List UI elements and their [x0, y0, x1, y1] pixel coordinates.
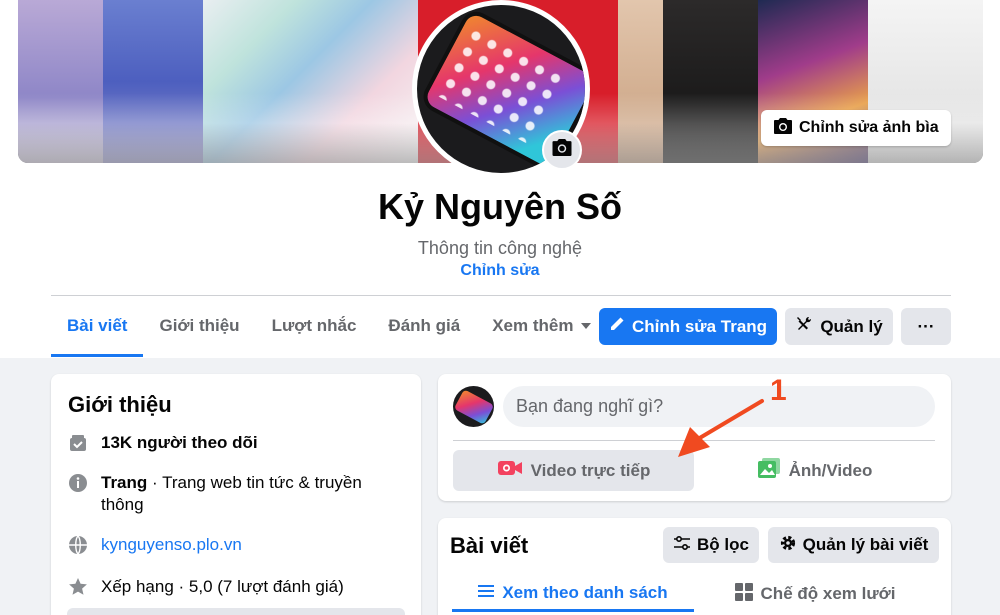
manage-posts-button[interactable]: Quản lý bài viết [768, 527, 939, 563]
intro-website-row: kynguyenso.plo.vn [67, 534, 387, 556]
edit-page-label: Chỉnh sửa Trang [631, 316, 768, 336]
filter-icon [673, 535, 691, 555]
manage-posts-label: Quản lý bài viết [802, 535, 929, 554]
list-view-label: Xem theo danh sách [502, 582, 668, 602]
tab-grid-view[interactable]: Chế độ xem lưới [694, 576, 936, 612]
manage-button[interactable]: Quản lý [785, 308, 893, 345]
composer-placeholder: Bạn đang nghĩ gì? [516, 396, 664, 416]
avatar[interactable] [453, 386, 494, 427]
intro-card: Giới thiệu 13K người theo dõi Trang · Tr… [51, 374, 421, 615]
followers-icon [67, 432, 89, 454]
info-icon [67, 472, 89, 494]
intro-followers-row: 13K người theo dõi [67, 432, 387, 454]
intro-category-row: Trang · Trang web tin tức & truyền thông [67, 472, 387, 516]
photo-video-label: Ảnh/Video [788, 460, 873, 480]
arrow-icon [678, 399, 764, 457]
intro-title: Giới thiệu [68, 392, 172, 417]
edit-cover-label: Chỉnh sửa ảnh bìa [799, 119, 939, 136]
more-icon: ··· [917, 316, 935, 336]
tab-reviews[interactable]: Đánh giá [372, 296, 476, 356]
grid-view-label: Chế độ xem lưới [760, 584, 896, 603]
page-description: Thông tin công nghệ [417, 238, 583, 258]
update-avatar-button[interactable] [542, 130, 582, 170]
intro-edit-button[interactable] [67, 608, 405, 615]
page-tabs: Bài viết Giới thiệu Lượt nhắc Đánh giá X… [51, 296, 607, 357]
page-title: Kỷ Nguyên Số [377, 186, 623, 227]
intro-rating-row: Xếp hạng · 5,0 (7 lượt đánh giá) [67, 576, 387, 598]
tab-more-label: Xem thêm [492, 316, 574, 335]
list-icon [478, 583, 495, 603]
category-label: Trang [101, 473, 148, 492]
tools-icon [795, 315, 813, 338]
website-link[interactable]: kynguyenso.plo.vn [101, 534, 242, 556]
filter-label: Bộ lọc [697, 535, 749, 554]
filter-button[interactable]: Bộ lọc [663, 527, 759, 563]
tab-list-view[interactable]: Xem theo danh sách [452, 576, 694, 612]
edit-description-link[interactable]: Chỉnh sửa [0, 262, 1000, 280]
manage-label: Quản lý [820, 316, 883, 336]
annotation-number: 1 [770, 374, 787, 407]
camera-icon [773, 117, 793, 140]
edit-cover-photo-button[interactable]: Chỉnh sửa ảnh bìa [761, 110, 951, 146]
gear-icon [779, 534, 797, 557]
rating-text: Xếp hạng · 5,0 (7 lượt đánh giá) [101, 577, 344, 596]
more-options-button[interactable]: ··· [901, 308, 951, 345]
live-video-label: Video trực tiếp [530, 460, 651, 480]
live-video-button[interactable]: Video trực tiếp [453, 450, 694, 491]
globe-icon [67, 534, 89, 556]
tab-more[interactable]: Xem thêm [476, 296, 607, 356]
tab-posts[interactable]: Bài viết [51, 296, 144, 357]
grid-icon [734, 582, 753, 606]
chevron-down-icon [581, 323, 592, 329]
camera-icon [551, 138, 573, 162]
star-icon [67, 576, 89, 598]
tab-mentions[interactable]: Lượt nhắc [256, 296, 373, 356]
followers-count: 13K người theo dõi [101, 433, 258, 452]
live-video-icon [497, 459, 523, 482]
posts-card: Bài viết Bộ lọc Quản lý bài viết Xem the… [438, 518, 951, 615]
tab-about[interactable]: Giới thiệu [143, 296, 255, 356]
edit-page-button[interactable]: Chỉnh sửa Trang [599, 308, 777, 345]
pencil-icon [609, 316, 625, 337]
posts-title: Bài viết [450, 533, 529, 558]
